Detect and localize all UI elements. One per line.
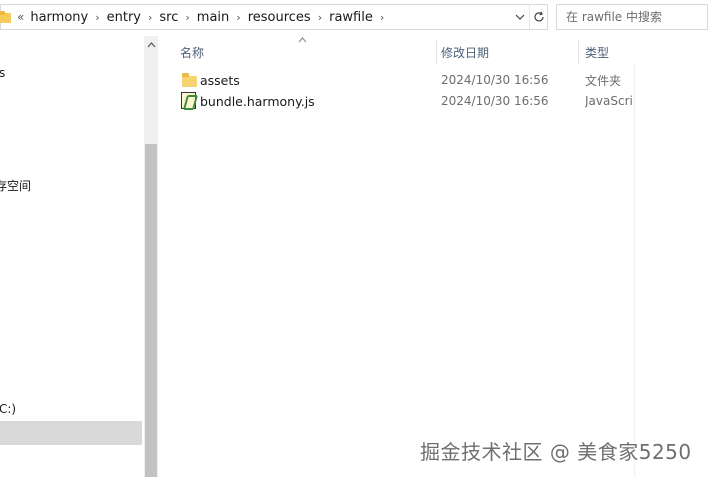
file-type: 文件夹 xyxy=(585,73,622,88)
breadcrumb-resources[interactable]: resources xyxy=(248,10,311,25)
nav-selected-item[interactable] xyxy=(0,421,142,445)
file-row-assets[interactable]: assets 2024/10/30 16:56 文件夹 xyxy=(178,70,634,90)
breadcrumb-entry[interactable]: entry xyxy=(107,10,141,25)
column-divider[interactable] xyxy=(436,40,437,64)
column-header-name[interactable]: 名称 xyxy=(180,44,204,61)
file-list: 名称 修改日期 类型 assets 2024/10/30 16:56 文件夹 b… xyxy=(160,36,708,477)
search-input[interactable] xyxy=(566,10,706,24)
chevron-right-icon[interactable]: › xyxy=(311,11,329,24)
breadcrumb-rawfile[interactable]: rawfile xyxy=(329,10,373,25)
search-box[interactable] xyxy=(556,4,708,30)
scrollbar-thumb[interactable] xyxy=(145,144,157,477)
chevron-right-icon[interactable]: › xyxy=(141,11,159,24)
address-bar[interactable]: « harmony › entry › src › main › resourc… xyxy=(0,4,548,30)
breadcrumb-harmony[interactable]: harmony xyxy=(30,10,88,25)
nav-item-drive-c[interactable]: C:) xyxy=(0,402,16,416)
navigation-pane: s 存空间 C:) xyxy=(0,36,144,477)
file-name: bundle.harmony.js xyxy=(200,93,315,109)
sort-ascending-icon xyxy=(298,36,307,46)
breadcrumb: « harmony › entry › src › main › resourc… xyxy=(15,5,511,29)
breadcrumb-main[interactable]: main xyxy=(197,10,229,25)
file-name: assets xyxy=(200,72,240,88)
folder-icon xyxy=(182,73,197,87)
js-file-icon xyxy=(181,92,196,109)
column-divider[interactable] xyxy=(578,40,579,64)
nav-item-quick-access[interactable]: s xyxy=(0,66,5,80)
chevron-right-icon[interactable]: › xyxy=(88,11,106,24)
file-date: 2024/10/30 16:56 xyxy=(441,94,549,108)
refresh-icon[interactable] xyxy=(529,5,547,29)
file-type: JavaScript xyxy=(585,94,634,108)
column-header-date[interactable]: 修改日期 xyxy=(441,44,489,61)
breadcrumb-overflow[interactable]: « xyxy=(15,10,30,24)
file-row-bundle-js[interactable]: bundle.harmony.js 2024/10/30 16:56 JavaS… xyxy=(178,91,634,111)
nav-scrollbar[interactable] xyxy=(144,36,158,477)
file-date: 2024/10/30 16:56 xyxy=(441,73,549,87)
column-divider xyxy=(634,64,635,477)
breadcrumb-src[interactable]: src xyxy=(159,10,178,25)
nav-item-storage[interactable]: 存空间 xyxy=(0,177,31,194)
column-header-type[interactable]: 类型 xyxy=(585,44,609,61)
chevron-right-icon[interactable]: › xyxy=(178,11,196,24)
folder-icon xyxy=(0,10,11,24)
chevron-right-icon[interactable]: › xyxy=(373,11,391,24)
watermark: 掘金技术社区 @ 美食家5250 xyxy=(420,440,692,464)
scroll-up-icon[interactable] xyxy=(144,36,158,54)
chevron-right-icon[interactable]: › xyxy=(229,11,247,24)
chevron-down-icon[interactable] xyxy=(511,5,529,29)
